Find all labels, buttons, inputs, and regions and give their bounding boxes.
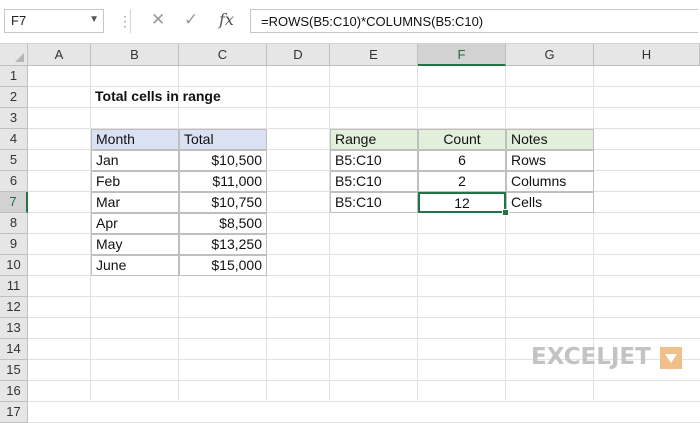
row-header-16[interactable]: 16 [0,381,28,402]
column-header-a[interactable]: A [28,44,91,66]
count-cell[interactable]: 6 [418,150,506,171]
column-header-b[interactable]: B [91,44,179,66]
divider [130,9,131,33]
range-cell[interactable]: B5:C10 [330,150,418,171]
logo-arrow-icon [665,354,677,363]
column-header-c[interactable]: C [179,44,267,66]
gridline [28,317,700,318]
row-header-1[interactable]: 1 [0,66,28,87]
total-cell[interactable]: $8,500 [179,213,267,234]
column-header-e[interactable]: E [330,44,418,66]
name-box-value: F7 [11,13,27,28]
month-cell[interactable]: Mar [91,192,179,213]
table-header[interactable]: Notes [506,129,594,150]
table-header[interactable]: Count [418,129,506,150]
notes-cell[interactable]: Cells [506,192,594,213]
month-cell[interactable]: June [91,255,179,276]
row-header-8[interactable]: 8 [0,213,28,234]
gridline [329,66,330,400]
total-cell[interactable]: $15,000 [179,255,267,276]
name-box[interactable]: F7 ▼ [4,9,104,33]
table-header[interactable]: Total [179,129,267,150]
row-header-9[interactable]: 9 [0,234,28,255]
row-header-10[interactable]: 10 [0,255,28,276]
month-cell[interactable]: Feb [91,171,179,192]
row-header-17[interactable]: 17 [0,402,28,423]
total-cell[interactable]: $13,250 [179,234,267,255]
column-header-d[interactable]: D [267,44,330,66]
month-cell[interactable]: Jan [91,150,179,171]
row-header-4[interactable]: 4 [0,129,28,150]
sheet-title[interactable]: Total cells in range [91,87,221,108]
month-cell[interactable]: May [91,234,179,255]
column-header-h[interactable]: H [594,44,700,66]
row-header-5[interactable]: 5 [0,150,28,171]
row-header-7[interactable]: 7 [0,192,28,213]
gridline [28,380,700,381]
notes-cell[interactable]: Rows [506,150,594,171]
insert-function-icon[interactable]: fx [219,10,234,29]
row-header-11[interactable]: 11 [0,276,28,297]
cancel-icon[interactable]: ✕ [151,10,165,30]
chevron-down-icon[interactable]: ▼ [89,14,99,25]
fill-handle[interactable] [502,209,509,216]
gridline [28,401,700,402]
row-header-6[interactable]: 6 [0,171,28,192]
range-cell[interactable]: B5:C10 [330,171,418,192]
table-header[interactable]: Month [91,129,179,150]
row-header-15[interactable]: 15 [0,360,28,381]
total-cell[interactable]: $10,750 [179,192,267,213]
select-all-icon [15,53,24,62]
total-cell[interactable]: $10,500 [179,150,267,171]
count-cell[interactable]: 2 [418,171,506,192]
row-header-3[interactable]: 3 [0,108,28,129]
gridline [417,66,418,400]
range-cell[interactable]: B5:C10 [330,192,418,213]
formula-input[interactable]: =ROWS(B5:C10)*COLUMNS(B5:C10) [250,9,698,33]
row-header-2[interactable]: 2 [0,87,28,108]
gridline [28,296,700,297]
formula-bar: F7 ▼ ⋮ ✕ ✓ fx =ROWS(B5:C10)*COLUMNS(B5:C… [0,0,700,43]
active-cell[interactable]: 12 [418,192,506,213]
enter-icon[interactable]: ✓ [184,10,198,30]
formula-text: =ROWS(B5:C10)*COLUMNS(B5:C10) [261,14,484,29]
row-header-13[interactable]: 13 [0,318,28,339]
row-header-12[interactable]: 12 [0,297,28,318]
table-header[interactable]: Range [330,129,418,150]
column-header-g[interactable]: G [506,44,594,66]
total-cell[interactable]: $11,000 [179,171,267,192]
select-all-button[interactable] [0,44,28,66]
month-cell[interactable]: Apr [91,213,179,234]
gridline [505,66,506,400]
gridline [28,338,700,339]
exceljet-logo: EXCELJET [531,344,651,370]
column-header-f[interactable]: F [418,44,506,66]
row-header-14[interactable]: 14 [0,339,28,360]
notes-cell[interactable]: Columns [506,171,594,192]
